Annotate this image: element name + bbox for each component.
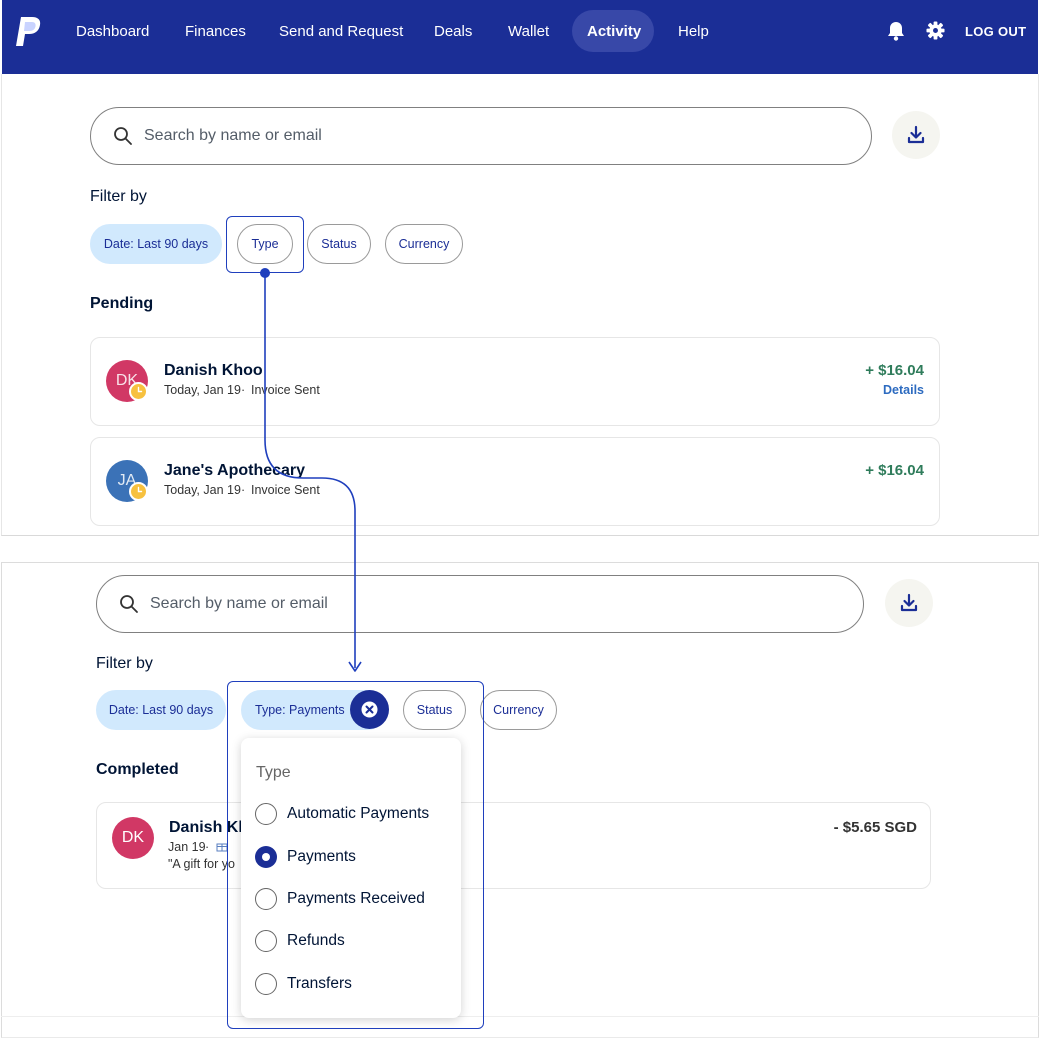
type-chip-highlight [226,216,304,273]
transaction-date: Today, Jan 19 [164,483,241,497]
completed-section-title: Completed [96,761,179,778]
transaction-note: "A gift for yo [168,857,235,871]
nav-wallet[interactable]: Wallet [508,20,549,44]
clock-icon [129,482,148,501]
transaction-date: Today, Jan 19 [164,383,241,397]
dropdown-highlight [227,681,484,1029]
bell-icon[interactable] [887,21,905,41]
activity-panel-after [1,562,1039,1038]
currency-filter-chip[interactable]: Currency [480,690,557,730]
download-icon [900,593,918,612]
details-link[interactable]: Details [883,383,924,397]
search-icon [114,127,132,145]
search-placeholder: Search by name or email [144,127,322,144]
filter-by-label: Filter by [96,655,153,672]
transaction-type: Invoice Sent [251,483,320,497]
transaction-amount: - $5.65 SGD [833,819,917,836]
search-placeholder: Search by name or email [150,595,328,612]
search-input[interactable]: Search by name or email [96,575,864,633]
transaction-card[interactable] [90,337,940,426]
nav-help[interactable]: Help [678,20,709,44]
transaction-amount: + $16.04 [865,462,924,479]
separator-dot: · [241,383,246,397]
clock-icon [129,382,148,401]
download-button[interactable] [885,579,933,627]
logout-link[interactable]: LOG OUT [965,20,1026,44]
nav-deals[interactable]: Deals [434,20,472,44]
divider [1,1016,1039,1017]
download-button[interactable] [892,111,940,159]
paypal-logo[interactable] [15,15,43,49]
pending-section-title: Pending [90,295,154,312]
separator-dot: · [205,840,210,854]
transaction-type: Invoice Sent [251,383,320,397]
search-input[interactable]: Search by name or email [90,107,872,165]
download-icon [907,125,925,144]
currency-filter-chip[interactable]: Currency [385,224,463,264]
nav-dashboard[interactable]: Dashboard [76,20,149,44]
avatar: DK [112,817,154,859]
date-filter-chip[interactable]: Date: Last 90 days [96,690,226,730]
search-icon [120,595,138,613]
transaction-name: Jane's Apothecary [164,462,306,479]
nav-send-and-request[interactable]: Send and Request [279,20,403,44]
transaction-amount: + $16.04 [865,362,924,379]
transaction-name: Danish Khoo [164,362,263,379]
date-filter-chip[interactable]: Date: Last 90 days [90,224,222,264]
gear-icon[interactable] [926,21,945,40]
filter-by-label: Filter by [90,188,147,205]
nav-activity[interactable]: Activity [587,20,641,44]
separator-dot: · [241,483,246,497]
nav-finances[interactable]: Finances [185,20,246,44]
transaction-card[interactable] [90,437,940,526]
status-filter-chip[interactable]: Status [307,224,371,264]
transaction-date: Jan 19 [168,840,206,854]
